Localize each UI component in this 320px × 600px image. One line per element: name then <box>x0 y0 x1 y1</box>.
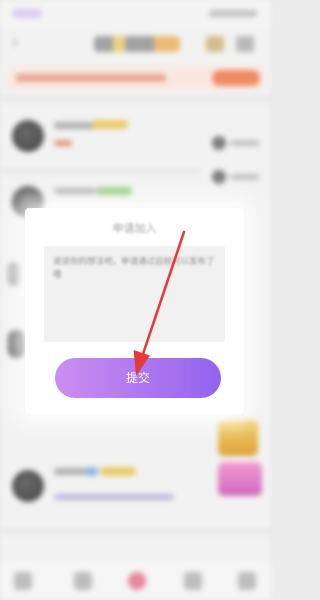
dialog-title: 申请加入 <box>112 222 157 235</box>
submit-button[interactable]: 提交 <box>55 358 221 398</box>
apply-join-dialog: 申请加入 说说你的想法吧，申请通过后就可以发布了哦 提交 <box>25 208 244 414</box>
textarea-placeholder: 说说你的想法吧，申请通过后就可以发布了哦 <box>53 257 215 280</box>
reason-textarea[interactable]: 说说你的想法吧，申请通过后就可以发布了哦 <box>44 246 225 342</box>
